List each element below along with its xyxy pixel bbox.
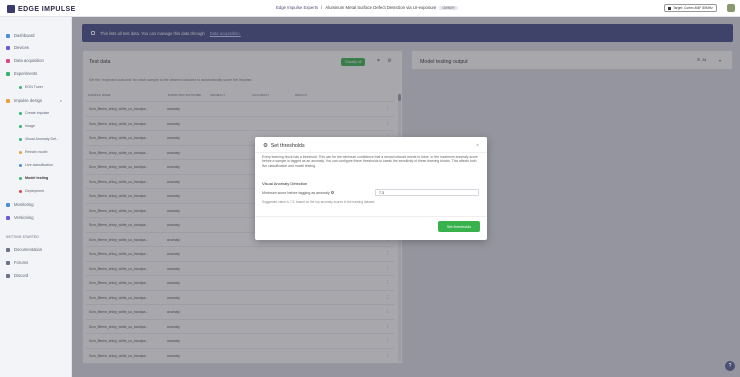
sidebar-item-eon-tuner[interactable]: EON Tuner — [19, 85, 43, 89]
divider — [255, 216, 487, 217]
avatar[interactable] — [727, 4, 735, 12]
sidebar-item-visual-anomaly[interactable]: Visual Anomaly Det... — [19, 137, 59, 141]
set-thresholds-dialog: ⚙ Set thresholds × Every learning block … — [255, 137, 487, 240]
retrain-icon — [19, 150, 22, 154]
divider — [255, 152, 487, 153]
threshold-section-title: Visual Anomaly Detection — [262, 181, 308, 186]
deployment-icon — [19, 189, 22, 193]
dialog-description: Every learning block has a threshold. Th… — [262, 155, 478, 168]
breadcrumb-project[interactable]: Aluminum Metal Surface Defect Detection … — [325, 5, 436, 10]
discord-icon — [6, 273, 10, 278]
chip-icon — [668, 6, 671, 10]
live-classification-icon — [19, 163, 22, 167]
help-icon[interactable] — [330, 191, 334, 194]
sidebar-item-impulse-design[interactable]: Impulse design ▾ — [6, 98, 62, 103]
target-device-button[interactable]: Target: Cortex-M4F 80MHz — [664, 4, 717, 12]
sidebar-section-getting-started: GETTING STARTED — [6, 235, 39, 239]
monitoring-icon — [6, 202, 10, 207]
impulse-icon — [6, 98, 10, 103]
versioning-icon — [6, 215, 10, 220]
model-testing-icon — [19, 176, 22, 180]
sidebar-item-discord[interactable]: Discord — [6, 273, 28, 278]
sidebar-item-image[interactable]: Image — [19, 124, 35, 128]
logo[interactable]: EDGE IMPULSE — [7, 5, 76, 13]
close-icon[interactable]: × — [476, 143, 479, 149]
sidebar-item-forums[interactable]: Forums — [6, 260, 28, 265]
sidebar-item-dashboard[interactable]: Dashboard — [6, 33, 35, 38]
book-icon — [6, 247, 10, 252]
image-icon — [19, 124, 22, 128]
target-label: Target: Cortex-M4F 80MHz — [673, 6, 713, 10]
logo-icon — [7, 5, 15, 13]
sidebar-item-retrain-model[interactable]: Retrain model — [19, 150, 47, 154]
sidebar-item-versioning[interactable]: Versioning — [6, 215, 34, 220]
dashboard-icon — [6, 33, 10, 38]
set-thresholds-button[interactable]: Set thresholds — [438, 221, 480, 232]
top-bar: EDGE IMPULSE Edge Impulse Experts / Alum… — [0, 0, 740, 17]
breadcrumb: Edge Impulse Experts / Aluminum Metal Su… — [276, 5, 458, 10]
logo-text: EDGE IMPULSE — [18, 5, 76, 13]
breadcrumb-separator: / — [321, 5, 323, 10]
threshold-input[interactable]: 7.3 — [375, 189, 479, 196]
sidebar-item-monitoring[interactable]: Monitoring — [6, 202, 34, 207]
flask-icon — [6, 71, 10, 76]
chevron-down-icon: ▾ — [60, 98, 62, 103]
sidebar-item-experiments[interactable]: Experiments — [6, 71, 37, 76]
threshold-field-label: Minimum score before tagging as anomaly — [262, 191, 334, 195]
sidebar-item-live-classification[interactable]: Live classification — [19, 163, 53, 167]
visual-anomaly-icon — [19, 137, 22, 141]
sidebar-item-documentation[interactable]: Documentation — [6, 247, 42, 252]
database-icon — [6, 58, 10, 63]
forum-icon — [6, 260, 10, 265]
sidebar-item-data-acquisition[interactable]: Data acquisition — [6, 58, 44, 63]
sidebar-item-create-impulse[interactable]: Create impulse — [19, 111, 49, 115]
sidebar-item-deployment[interactable]: Deployment — [19, 189, 44, 193]
eon-tuner-icon — [19, 85, 22, 89]
gear-icon: ⚙ — [263, 143, 268, 149]
threshold-hint: Suggested value is 7.3, based on the top… — [262, 200, 376, 204]
sidebar-item-model-testing[interactable]: Model testing — [19, 176, 48, 180]
devices-icon — [6, 45, 10, 50]
create-impulse-icon — [19, 111, 22, 115]
help-button[interactable]: ? — [725, 361, 735, 371]
owner-badge: OWNER — [439, 5, 458, 10]
breadcrumb-owner[interactable]: Edge Impulse Experts — [276, 5, 318, 10]
sidebar-item-devices[interactable]: Devices — [6, 45, 29, 50]
dialog-title: ⚙ Set thresholds — [263, 143, 305, 149]
